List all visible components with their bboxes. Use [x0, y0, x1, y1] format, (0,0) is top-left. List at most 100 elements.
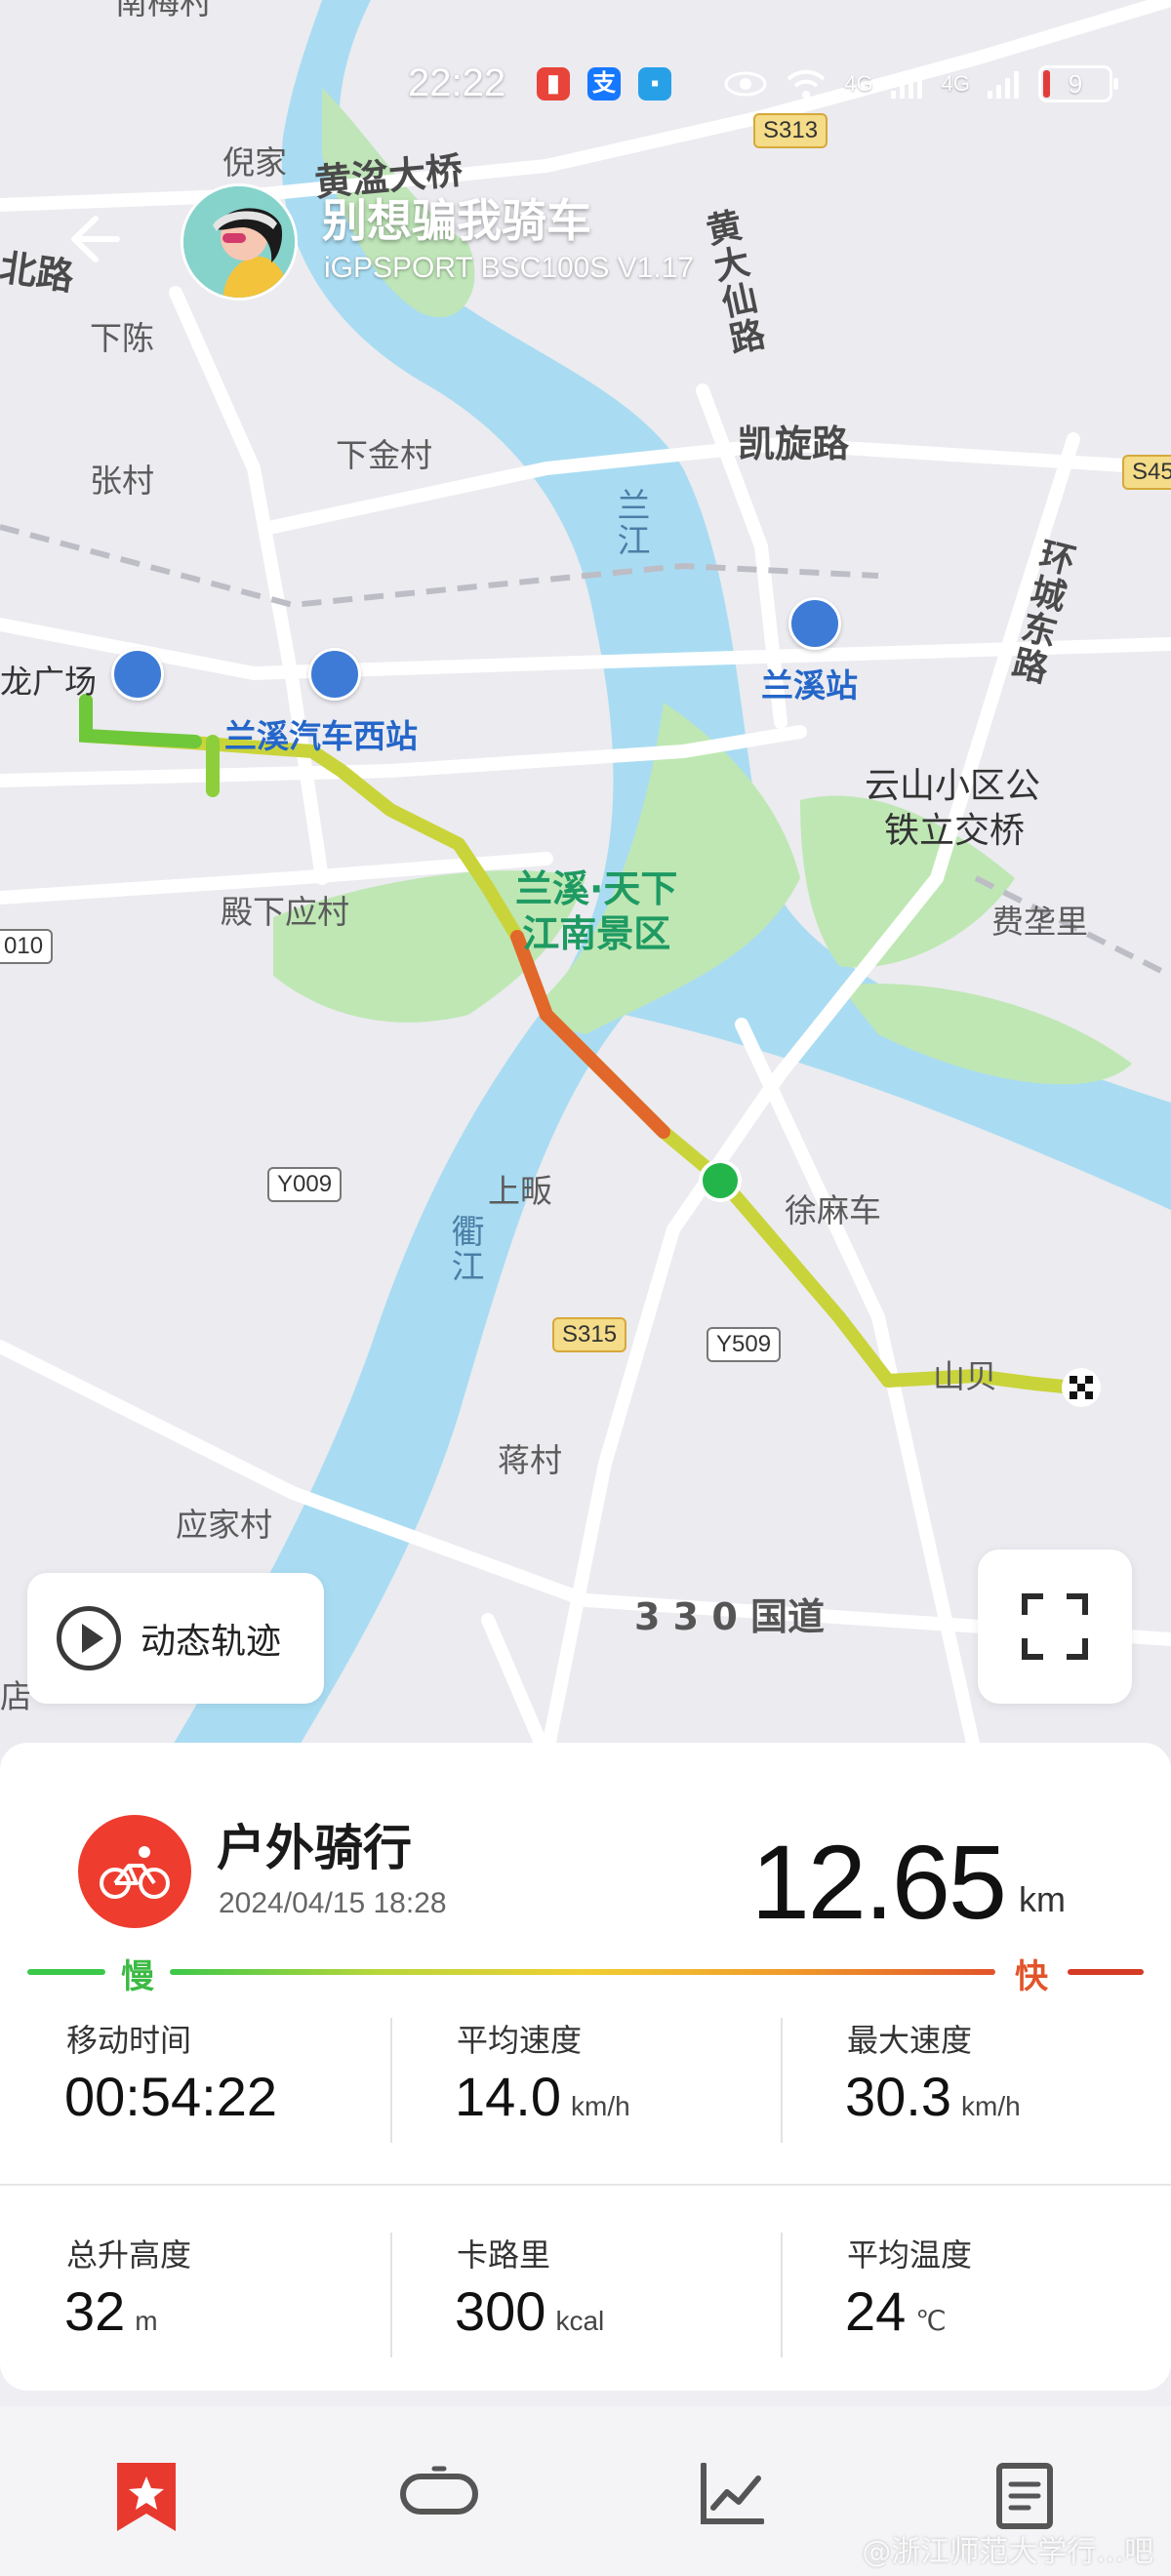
map-label: 殿下应村: [221, 893, 349, 931]
stat-label: 平均温度: [847, 2236, 973, 2274]
eye-icon: [724, 71, 767, 97]
speed-color-legend: 慢 快: [27, 1950, 1144, 1998]
map-label: 龙广场: [0, 663, 97, 701]
legend-bar: [27, 1969, 105, 1975]
train-station-icon[interactable]: [788, 597, 841, 650]
map-label: 铁立交桥: [884, 811, 1026, 851]
map-label: 下金村: [336, 436, 432, 474]
signal-icon: [988, 71, 1019, 99]
map-label: 下陈: [90, 319, 154, 357]
map-label: 上畈: [488, 1172, 552, 1210]
stat-value: 300 kcal: [455, 2280, 605, 2342]
play-icon: [57, 1606, 121, 1670]
nav-tab-laps[interactable]: [293, 2406, 586, 2576]
stat-value: 24 ℃: [845, 2280, 947, 2342]
status-time: 22:22: [408, 61, 506, 104]
stat-avg-temperature: 平均温度 24 ℃: [781, 2223, 1171, 2369]
map-label: 应家村: [176, 1506, 272, 1544]
map-label[interactable]: 兰溪·天下 江南景区: [515, 866, 677, 956]
stat-value: 32 m: [64, 2280, 158, 2342]
map-label: 凯旋路: [738, 423, 850, 465]
document-icon: [996, 2463, 1053, 2529]
stat-divider: [390, 2233, 392, 2357]
stat-value: 30.3 km/h: [845, 2066, 1021, 2127]
stat-value: 14.0 km/h: [455, 2066, 630, 2127]
legend-bar: [1068, 1969, 1144, 1975]
stat-divider: [781, 2233, 783, 2357]
watermark: @浙江师范大学行...吧: [862, 2535, 1153, 2569]
stat-divider: [390, 2018, 392, 2143]
stat-label: 卡路里: [457, 2236, 551, 2274]
stat-label: 移动时间: [66, 2022, 192, 2059]
nav-tab-overview[interactable]: [0, 2406, 293, 2576]
map-label[interactable]: 兰溪汽车西站: [224, 710, 418, 757]
star-bookmark-icon: [117, 2463, 176, 2531]
back-arrow-icon[interactable]: [57, 205, 125, 273]
stats-row: 总升高度 32 m 卡路里 300 kcal 平均温度 24 ℃: [0, 2223, 1171, 2369]
activity-date: 2024/04/15 18:28: [219, 1887, 447, 1919]
stat-avg-speed: 平均速度 14.0 km/h: [390, 2008, 781, 2154]
stats-row: 移动时间 00:54:22 平均速度 14.0 km/h 最大速度 30.3 km/…: [0, 2008, 1171, 2154]
activity-type: 户外骑行: [217, 1820, 412, 1876]
road-badge: S315: [552, 1317, 627, 1352]
road-badge: Y509: [707, 1327, 782, 1362]
position-marker: [699, 1159, 742, 1202]
notification-app-icon: ▪: [638, 67, 671, 101]
row-divider: [0, 2184, 1171, 2186]
alipay-icon: 支: [587, 67, 621, 101]
battery-icon: 9: [1038, 65, 1118, 102]
distance-unit: km: [1019, 1879, 1066, 1919]
bike-lap-icon: [400, 2466, 478, 2515]
road-badge: 010: [0, 929, 54, 964]
map-label: 云山小区公: [865, 766, 1041, 806]
status-icons: 4G 4G 9: [723, 65, 1118, 102]
map-label: 南梅村: [115, 0, 212, 21]
stat-total-ascent: 总升高度 32 m: [0, 2223, 390, 2369]
map-label: 山贝: [933, 1357, 997, 1395]
map-label[interactable]: 兰溪站: [761, 660, 858, 706]
stat-label: 平均速度: [457, 2022, 583, 2059]
network-type: 4G: [941, 71, 970, 96]
stat-max-speed: 最大速度 30.3 km/h: [781, 2008, 1171, 2154]
parking-poi-icon[interactable]: [111, 648, 164, 701]
cycling-icon: [78, 1815, 191, 1928]
status-bar: 22:22 ▮ 支 ▪ 4G 4G 9: [0, 54, 1171, 122]
distance-value: 12.65: [750, 1823, 1007, 1941]
nav-tab-charts[interactable]: [586, 2406, 878, 2576]
activity-summary-card: 户外骑行 2024/04/15 18:28 12.65 km 慢 快 移动时间 …: [0, 1743, 1171, 2391]
stat-calories: 卡路里 300 kcal: [390, 2223, 781, 2369]
notification-app-icon: ▮: [537, 67, 570, 101]
network-type: 4G: [844, 71, 873, 96]
map-label: 徐麻车: [785, 1191, 881, 1229]
road-badge: S45: [1122, 455, 1171, 490]
stat-value: 00:54:22: [64, 2066, 277, 2127]
stat-label: 最大速度: [847, 2022, 973, 2059]
bus-station-icon[interactable]: [308, 648, 361, 701]
legend-gradient-bar: [170, 1969, 995, 1975]
map-label: 3 3 0 国道: [634, 1595, 826, 1638]
signal-icon: [890, 71, 922, 99]
device-name: iGPSPORT BSC100S V1.17: [324, 252, 695, 284]
activity-header: 别想骗我骑车 iGPSPORT BSC100S V1.17: [0, 176, 1171, 312]
dynamic-track-button[interactable]: 动态轨迹: [27, 1573, 324, 1704]
battery-level: 9: [1068, 69, 1083, 99]
finish-flag-icon: [1062, 1368, 1101, 1407]
chart-line-icon: [701, 2463, 764, 2524]
stat-label: 总升高度: [66, 2236, 192, 2274]
stat-moving-time: 移动时间 00:54:22: [0, 2008, 390, 2154]
stat-divider: [781, 2018, 783, 2143]
legend-fast-label: 快: [1015, 1957, 1048, 1996]
map-label: 张村: [90, 462, 154, 500]
map-label: 费垄里: [991, 903, 1088, 941]
legend-slow-label: 慢: [121, 1957, 154, 1996]
fullscreen-icon: [1022, 1593, 1088, 1660]
road-badge: Y009: [267, 1167, 343, 1202]
dynamic-track-label: 动态轨迹: [141, 1622, 282, 1662]
fullscreen-button[interactable]: [978, 1550, 1132, 1704]
wifi-icon: [787, 69, 826, 99]
map-label: 衢江: [445, 1214, 484, 1284]
user-name: 别想骗我骑车: [322, 194, 591, 247]
map-label: 兰江: [611, 488, 650, 558]
map-label: 蒋村: [498, 1441, 562, 1479]
avatar[interactable]: [181, 183, 298, 301]
